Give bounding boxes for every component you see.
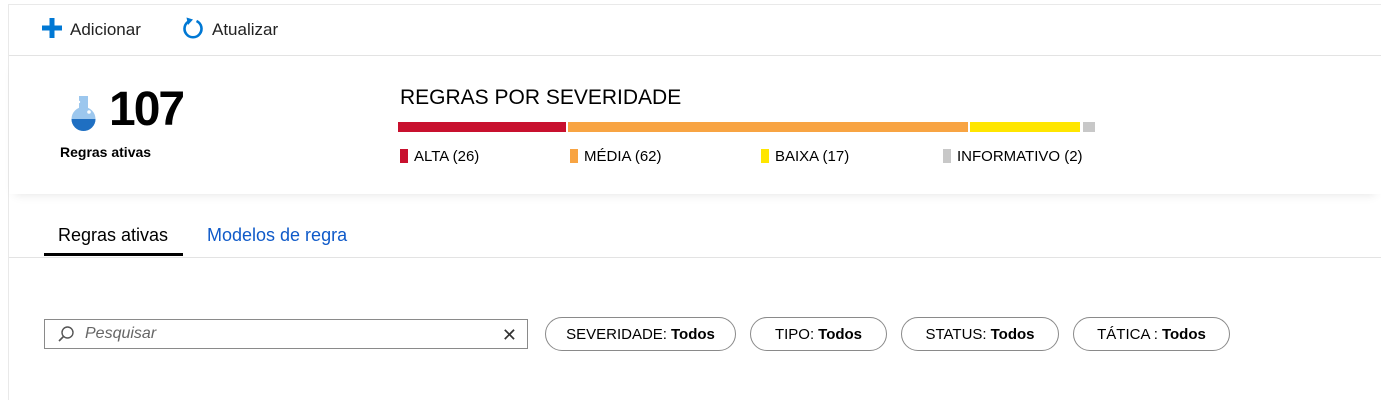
severity-bar-info xyxy=(1083,122,1095,132)
plus-icon xyxy=(41,17,63,44)
filter-type-key: TIPO: xyxy=(774,325,815,343)
legend-media: MÉDIA (62) xyxy=(570,146,662,166)
legend-label-baixa: BAIXA (17) xyxy=(775,147,850,165)
filter-severity-key: SEVERIDADE: xyxy=(566,325,667,343)
filter-tactic-value: Todos xyxy=(1161,325,1206,343)
legend-label-alta: ALTA (26) xyxy=(414,147,480,165)
refresh-button[interactable]: Atualizar xyxy=(181,16,279,45)
severity-bar xyxy=(398,122,1095,132)
add-button-label: Adicionar xyxy=(70,20,141,39)
tab-rule-templates[interactable]: Modelos de regra xyxy=(207,225,347,246)
add-button[interactable]: Adicionar xyxy=(41,17,141,44)
severity-bar-media xyxy=(568,122,968,132)
active-rules-count: 107 xyxy=(109,83,185,136)
clear-search-icon[interactable]: ✕ xyxy=(502,326,517,344)
legend-alta: ALTA (26) xyxy=(400,146,479,166)
severity-bar-baixa xyxy=(970,122,1080,132)
legend-baixa: BAIXA (17) xyxy=(761,146,849,166)
legend-label-info: INFORMATIVO (2) xyxy=(957,147,1083,165)
tab-bar: Regras ativas Modelos de regra xyxy=(9,215,1381,258)
severity-bar-alta xyxy=(398,122,566,132)
legend-swatch-baixa xyxy=(761,149,769,163)
refresh-button-label: Atualizar xyxy=(212,20,279,39)
search-box: ✕ xyxy=(44,319,528,349)
legend-info: INFORMATIVO (2) xyxy=(943,146,1083,166)
filter-type-value: Todos xyxy=(818,325,863,343)
filter-status-key: STATUS: xyxy=(925,325,987,343)
active-tab-indicator xyxy=(44,253,183,256)
filter-status-value: Todos xyxy=(990,325,1035,343)
filter-tactic-key: TÁTICA : xyxy=(1097,325,1158,343)
filter-status[interactable]: STATUS: Todos xyxy=(901,317,1059,351)
filter-severity-value: Todos xyxy=(670,325,715,343)
legend-label-media: MÉDIA (62) xyxy=(584,147,662,165)
filter-type[interactable]: TIPO: Todos xyxy=(750,317,887,351)
refresh-icon xyxy=(181,16,205,45)
legend-swatch-media xyxy=(570,149,578,163)
summary-panel: 107 Regras ativas REGRAS POR SEVERIDADE … xyxy=(9,56,1381,194)
legend-swatch-info xyxy=(943,149,951,163)
command-bar: Adicionar Atualizar xyxy=(9,5,1381,56)
active-rules-label: Regras ativas xyxy=(60,144,152,160)
filter-tactic[interactable]: TÁTICA : Todos xyxy=(1073,317,1230,351)
tab-active-rules[interactable]: Regras ativas xyxy=(58,225,168,246)
flask-icon xyxy=(67,94,101,134)
legend-swatch-alta xyxy=(400,149,408,163)
search-input[interactable] xyxy=(83,324,487,344)
severity-title: REGRAS POR SEVERIDADE xyxy=(400,86,682,109)
filter-severity[interactable]: SEVERIDADE: Todos xyxy=(545,317,736,351)
search-icon xyxy=(57,325,75,343)
